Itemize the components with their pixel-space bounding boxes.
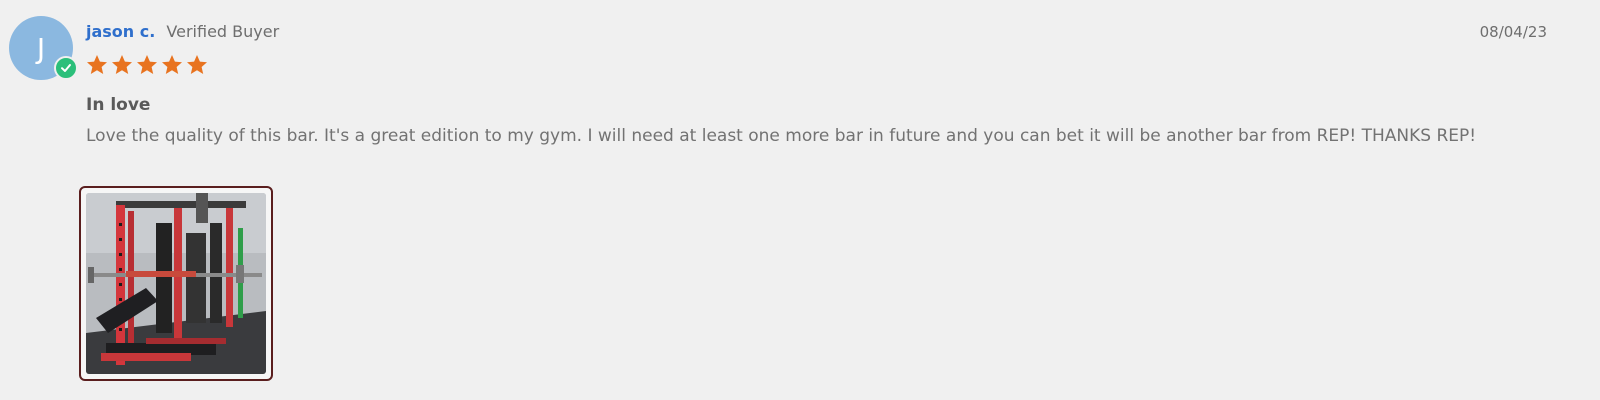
author-name[interactable]: jason c.	[86, 22, 155, 41]
review-header: jason c. Verified Buyer	[86, 21, 279, 43]
review-date: 08/04/23	[1479, 23, 1547, 41]
gym-rack-photo[interactable]	[86, 193, 266, 374]
star-icon	[137, 55, 157, 74]
star-icon	[112, 55, 132, 74]
star-icon	[87, 55, 107, 74]
star-icon	[162, 55, 182, 74]
verified-badge	[54, 56, 78, 80]
avatar-initial: J	[36, 31, 46, 65]
star-icon	[187, 55, 207, 74]
review-body: Love the quality of this bar. It's a gre…	[86, 126, 1477, 146]
review-card: J jason c. Verified Buyer 08/04/23 In lo…	[0, 0, 1600, 400]
review-title: In love	[86, 95, 151, 115]
review-photo-thumbnail[interactable]	[79, 186, 273, 381]
checkmark-icon	[61, 64, 71, 72]
verified-buyer-label: Verified Buyer	[166, 22, 280, 41]
star-rating	[85, 53, 209, 77]
